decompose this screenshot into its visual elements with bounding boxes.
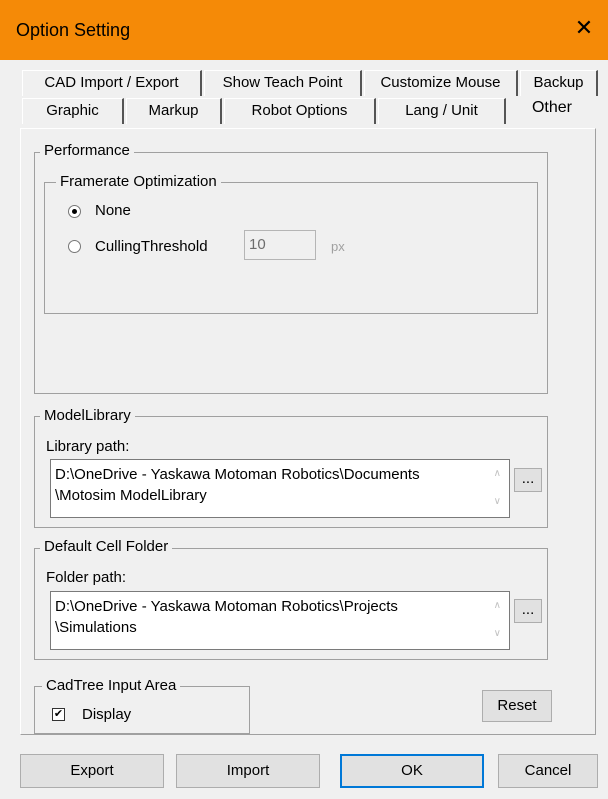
tab-other[interactable]: Other	[508, 96, 596, 122]
display-label: Display	[82, 706, 132, 723]
title-bar: Option Setting ✕	[0, 0, 608, 60]
library-path-line1: D:\OneDrive - Yaskawa Motoman Robotics\D…	[55, 466, 420, 483]
chevron-up-icon[interactable]: ∧	[494, 468, 501, 479]
tab-cad-import-export[interactable]: CAD Import / Export	[22, 70, 202, 96]
window-title: Option Setting	[16, 20, 131, 40]
close-icon[interactable]: ✕	[570, 14, 598, 42]
threshold-unit: px	[331, 239, 345, 254]
tab-backup[interactable]: Backup	[520, 70, 598, 96]
folder-path-label: Folder path:	[46, 569, 127, 586]
chevron-down-icon[interactable]: ∨	[494, 628, 501, 639]
cadtree-label: CadTree Input Area	[42, 677, 181, 694]
performance-label: Performance	[40, 142, 134, 159]
culling-threshold-input[interactable]: 10	[244, 230, 316, 260]
model-library-label: ModelLibrary	[40, 407, 135, 424]
folder-path-field[interactable]: D:\OneDrive - Yaskawa Motoman Robotics\P…	[50, 591, 510, 650]
tab-markup[interactable]: Markup	[126, 98, 222, 124]
library-path-field[interactable]: D:\OneDrive - Yaskawa Motoman Robotics\D…	[50, 459, 510, 518]
option-culling-label: CullingThreshold	[95, 238, 208, 255]
folder-browse-button[interactable]: ...	[514, 599, 542, 623]
tab-customize-mouse[interactable]: Customize Mouse	[364, 70, 518, 96]
culling-threshold-value: 10	[249, 236, 266, 253]
import-button[interactable]: Import	[176, 754, 320, 788]
folder-path-line2: \Simulations	[55, 619, 137, 636]
tab-lang-unit[interactable]: Lang / Unit	[378, 98, 506, 124]
folder-path-line1: D:\OneDrive - Yaskawa Motoman Robotics\P…	[55, 598, 398, 615]
chevron-down-icon[interactable]: ∨	[494, 496, 501, 507]
checkbox-icon[interactable]: ✔	[52, 708, 65, 721]
library-path-label: Library path:	[46, 438, 130, 455]
radio-icon[interactable]	[68, 205, 81, 218]
export-button[interactable]: Export	[20, 754, 164, 788]
cancel-button[interactable]: Cancel	[498, 754, 598, 788]
tab-show-teach-point[interactable]: Show Teach Point	[204, 70, 362, 96]
cell-folder-label: Default Cell Folder	[40, 538, 173, 555]
tab-graphic[interactable]: Graphic	[22, 98, 124, 124]
framerate-label: Framerate Optimization	[56, 173, 221, 190]
ok-button[interactable]: OK	[340, 754, 484, 788]
tab-robot-options[interactable]: Robot Options	[224, 98, 376, 124]
reset-button[interactable]: Reset	[482, 690, 552, 722]
library-path-line2: \Motosim ModelLibrary	[55, 487, 207, 504]
radio-icon[interactable]	[68, 240, 81, 253]
option-none-label: None	[95, 202, 131, 219]
library-browse-button[interactable]: ...	[514, 468, 542, 492]
chevron-up-icon[interactable]: ∧	[494, 600, 501, 611]
